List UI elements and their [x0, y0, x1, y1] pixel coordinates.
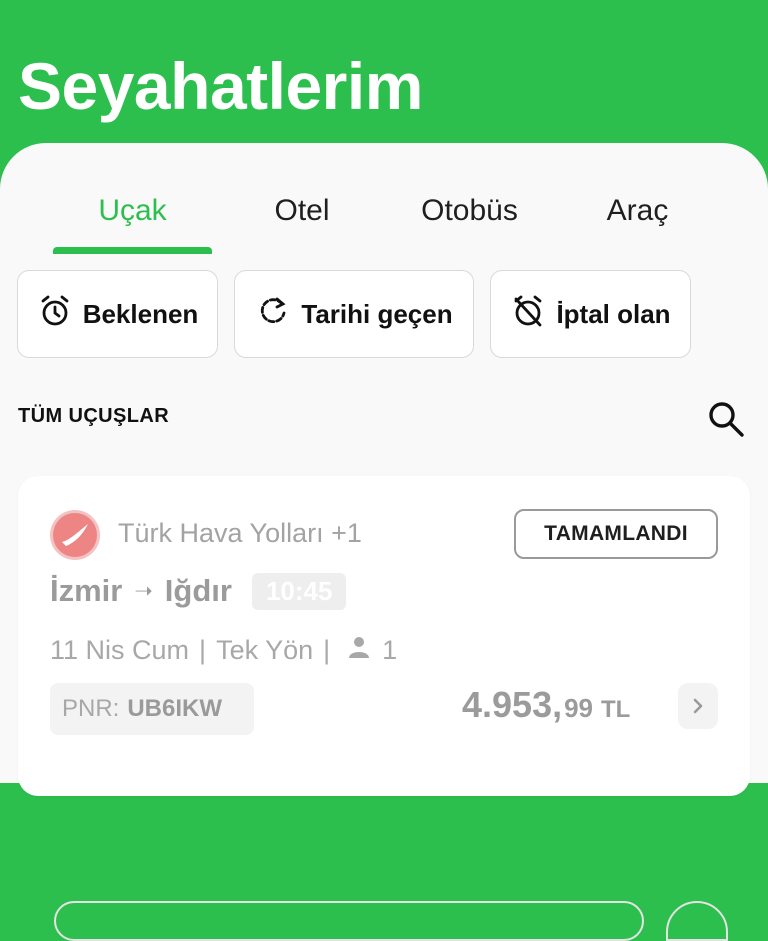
separator: |: [199, 635, 207, 665]
status-badge: TAMAMLANDI: [514, 509, 718, 559]
pnr-code: UB6IKW: [127, 695, 223, 722]
origin-city: İzmir: [50, 573, 123, 608]
filter-label: İptal olan: [556, 298, 671, 329]
tab-ucak[interactable]: Uçak: [53, 194, 212, 254]
refresh-icon: [255, 293, 291, 336]
airline-logo-icon: [50, 510, 100, 560]
card-action-button[interactable]: [54, 901, 644, 941]
chevron-right-icon[interactable]: [678, 683, 718, 729]
separator: |: [323, 635, 331, 665]
tab-label: Otel: [274, 194, 330, 227]
trip-card[interactable]: Türk Hava Yolları +1 TAMAMLANDI İzmir ➝ …: [18, 476, 750, 941]
price: 4.953, 99 TL: [462, 684, 630, 726]
passenger-count: 1: [382, 635, 398, 665]
filter-beklenen[interactable]: Beklenen: [17, 270, 218, 358]
alarm-off-icon: [510, 293, 546, 336]
filter-tarihi-gecen[interactable]: Tarihi geçen: [234, 270, 474, 358]
tab-arac[interactable]: Araç: [556, 194, 719, 254]
price-decimal: 99: [564, 693, 594, 723]
arrow-right-icon: ➝: [134, 578, 153, 603]
tab-label: Uçak: [98, 194, 167, 227]
departure-time: 10:45: [251, 572, 347, 610]
person-icon: [340, 634, 372, 667]
tab-otel[interactable]: Otel: [222, 194, 382, 254]
card-secondary-button[interactable]: [666, 901, 728, 941]
trip-details: 11 Nis Cum | Tek Yön | 1: [50, 634, 397, 667]
tab-label: Otobüs: [421, 194, 518, 227]
pnr-label: PNR:: [62, 695, 120, 722]
page-title: Seyahatlerim: [18, 49, 423, 123]
pnr-box: PNR: UB6IKW: [50, 683, 254, 735]
search-icon[interactable]: [706, 399, 746, 439]
destination-city: Iğdır: [164, 573, 232, 608]
price-main: 4.953,: [462, 684, 563, 725]
price-currency: TL: [601, 696, 631, 723]
alarm-clock-icon: [37, 293, 73, 336]
filter-label: Tarihi geçen: [301, 298, 453, 329]
content-sheet: Uçak Otel Otobüs Araç Beklenen Tarihi ge…: [0, 143, 768, 941]
tab-label: Araç: [606, 194, 669, 227]
trip-date: 11 Nis Cum: [50, 635, 190, 665]
filter-label: Beklenen: [82, 298, 199, 329]
trip-type: Tek Yön: [216, 635, 314, 665]
airline-name: Türk Hava Yolları +1: [118, 518, 362, 548]
route: İzmir ➝ Iğdır 10:45: [50, 569, 347, 613]
active-tab-indicator: [53, 247, 212, 254]
section-title: TÜM UÇUŞLAR: [18, 405, 170, 427]
tab-otobus[interactable]: Otobüs: [388, 194, 551, 254]
filter-iptal-olan[interactable]: İptal olan: [490, 270, 691, 358]
